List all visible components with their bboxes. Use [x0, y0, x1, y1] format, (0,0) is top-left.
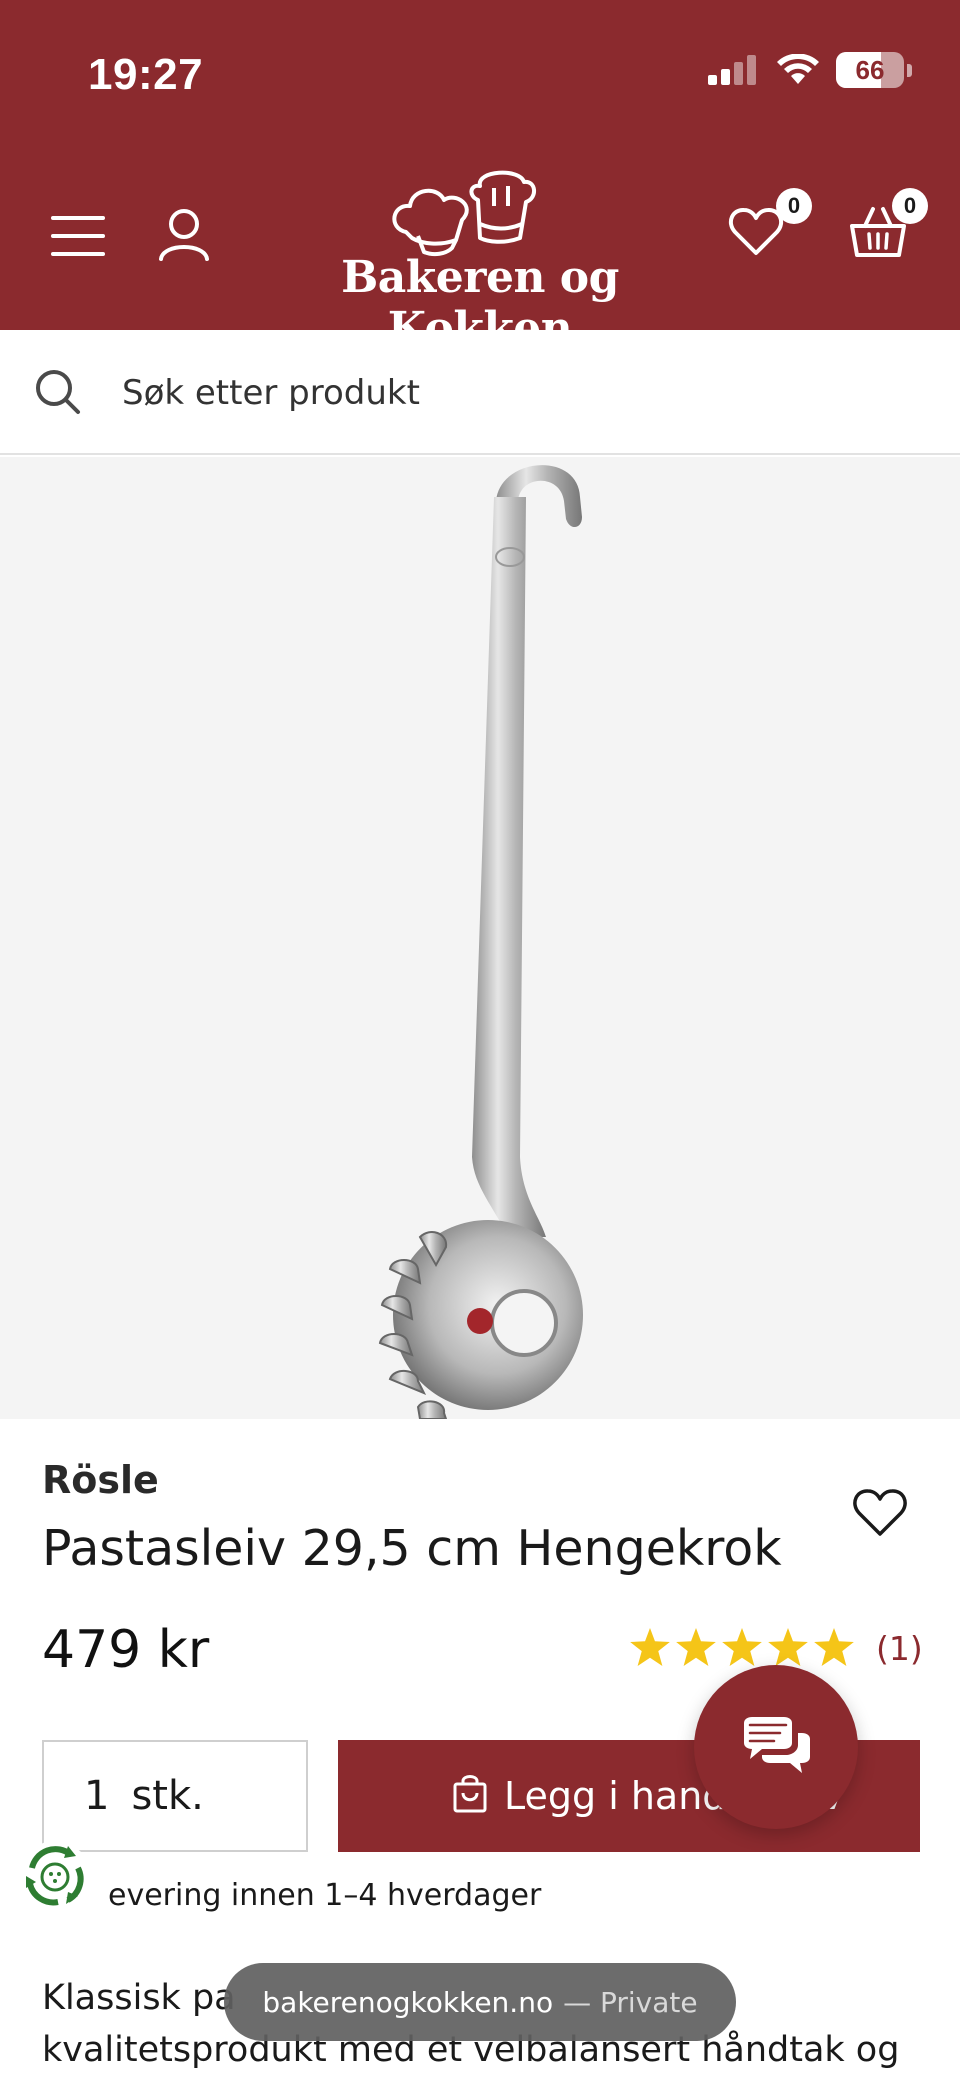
status-time: 19:27	[88, 50, 204, 99]
quantity-unit: stk.	[131, 1773, 204, 1819]
menu-button[interactable]	[48, 206, 108, 266]
search-input[interactable]	[122, 358, 922, 428]
recycle-eco-icon[interactable]	[16, 1838, 94, 1916]
account-button[interactable]	[154, 202, 214, 266]
site-header: Bakeren og Kokken 0 0	[0, 150, 960, 354]
product-brand[interactable]: Rösle	[42, 1458, 159, 1502]
delivery-text: evering innen 1–4 hverdager	[108, 1878, 542, 1913]
pasta-server-image	[378, 465, 583, 1419]
star-icon	[630, 1628, 670, 1666]
shopping-bag-icon	[453, 1775, 487, 1813]
menu-icon	[51, 216, 105, 256]
add-to-wishlist-heart-icon[interactable]	[852, 1488, 908, 1538]
product-price: 479 kr	[42, 1620, 210, 1680]
status-bar: 19:27 66	[0, 0, 960, 150]
star-icon	[768, 1628, 808, 1666]
rating-stars[interactable]	[630, 1628, 854, 1666]
chat-bubbles-icon	[744, 1717, 810, 1773]
account-icon	[159, 209, 209, 261]
cart-button[interactable]: 0	[848, 188, 928, 262]
browser-url-bar[interactable]: bakerenogkokken.no — Private	[224, 1963, 736, 2041]
quantity-value: 1	[84, 1773, 110, 1819]
browser-domain: bakerenogkokken.no	[262, 1985, 554, 2019]
chat-button[interactable]	[694, 1665, 858, 1829]
cart-count-badge: 0	[892, 188, 928, 224]
status-icons: 66	[708, 52, 912, 88]
signal-icon	[708, 55, 756, 85]
star-icon	[814, 1628, 854, 1666]
battery-indicator: 66	[836, 52, 904, 88]
star-icon	[676, 1628, 716, 1666]
heart-icon	[728, 208, 784, 255]
chef-hats-logo	[392, 170, 536, 257]
search-bar	[0, 330, 960, 455]
product-title: Pastasleiv 29,5 cm Hengekrok	[42, 1520, 782, 1577]
search-icon[interactable]	[34, 368, 82, 416]
wishlist-button[interactable]: 0	[726, 188, 812, 262]
wifi-icon	[777, 54, 819, 84]
star-icon	[722, 1628, 762, 1666]
browser-private-label: — Private	[563, 1985, 698, 2019]
product-image[interactable]	[0, 457, 960, 1419]
quantity-field[interactable]: 1 stk.	[42, 1740, 308, 1852]
battery-percent: 66	[855, 54, 885, 85]
wishlist-count-badge: 0	[776, 188, 812, 224]
review-count[interactable]: (1)	[876, 1629, 923, 1668]
site-logo[interactable]: Bakeren og Kokken	[280, 160, 680, 354]
